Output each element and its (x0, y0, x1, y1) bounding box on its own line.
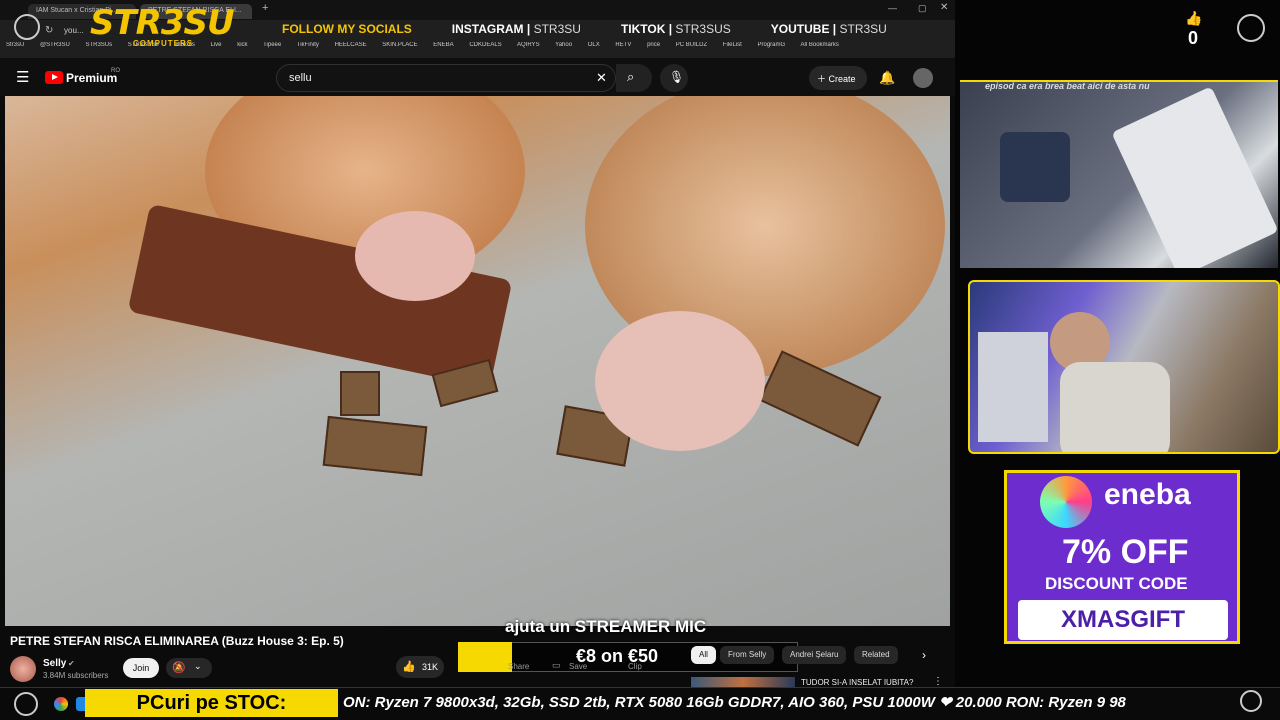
thumbs-up-icon: 👍 (1185, 10, 1203, 26)
plus-icon: ＋ (817, 74, 827, 84)
youtube-logo-icon[interactable] (45, 71, 63, 84)
verified-icon: ✔ (68, 659, 75, 668)
bell-off-icon: 🔕 (172, 662, 186, 674)
notifications-icon[interactable]: 🔔 (879, 70, 895, 86)
chrome-icon[interactable] (54, 697, 68, 711)
bookmark[interactable]: Yahoo (555, 42, 572, 48)
bookmark[interactable]: TikFinity (297, 42, 319, 48)
streamer-webcam-feed (968, 280, 1280, 454)
puzzle-tile (322, 415, 428, 477)
crosshair-icon (14, 692, 38, 716)
subscriber-count: 3.84M subscribers (43, 671, 109, 680)
save-button[interactable]: Save (569, 662, 587, 671)
discount-label: DISCOUNT CODE (1045, 574, 1188, 593)
stream-like-count: 0 (1187, 28, 1198, 48)
stock-ticker-text: ON: Ryzen 7 9800x3d, 32Gb, SSD 2tb, RTX … (343, 694, 1126, 711)
donation-goal-text: €8 on €50 (576, 646, 659, 666)
streamer-logo: STR3SU (90, 3, 235, 43)
chip-related[interactable]: Related (854, 646, 898, 664)
next-video-title[interactable]: TUDOR SI-A INSELAT IUBITA? (801, 678, 913, 687)
save-icon[interactable]: ▭ (552, 660, 561, 671)
chip-artist[interactable]: Andrei Șelaru (782, 646, 847, 664)
eneba-logo-icon (1040, 476, 1092, 528)
video-scene-hand (595, 311, 765, 451)
share-button[interactable]: Share (508, 662, 529, 671)
bookmark[interactable]: Tipeee (263, 42, 281, 48)
pc-case-panel (1111, 86, 1278, 268)
social-instagram: INSTAGRAM | STR3SU (451, 22, 581, 36)
new-tab-icon[interactable]: + (262, 2, 268, 14)
video-scene-hand (355, 211, 475, 301)
crosshair-icon (1237, 14, 1265, 42)
sponsor-offer: 7% OFF (1062, 533, 1189, 571)
bookmark[interactable]: ProgramG (757, 42, 785, 48)
crosshair-icon (1240, 690, 1262, 712)
clip-button[interactable]: Clip (628, 662, 642, 671)
search-button[interactable]: ⌕ (616, 64, 652, 92)
streamer-logo-subtitle: COMPUTERS (133, 39, 194, 48)
join-button[interactable]: Join (123, 658, 159, 678)
pc-build (978, 332, 1048, 442)
subscribed-button[interactable]: 🔕 ⌄ (166, 658, 212, 678)
region-code: RO (111, 68, 120, 74)
chevron-right-icon[interactable]: › (922, 648, 926, 662)
bookmark[interactable]: CDKDEALS (469, 42, 501, 48)
chevron-down-icon: ⌄ (194, 661, 202, 671)
chip-from-channel[interactable]: From Selly (720, 646, 775, 664)
crosshair-icon (14, 14, 40, 40)
bookmark[interactable]: Str3sU (6, 42, 24, 48)
social-tiktok: TIKTOK | STR3SUS (620, 22, 731, 36)
channel-avatar[interactable] (10, 656, 36, 682)
socials-bar: FOLLOW MY SOCIALS INSTAGRAM | STR3SU TIK… (282, 18, 887, 40)
bookmark[interactable]: OLX (588, 42, 600, 48)
mic-icon: 🎙 (669, 70, 685, 84)
clear-search-icon[interactable]: ✕ (596, 70, 607, 86)
thumbs-up-icon: 👍 (402, 661, 416, 673)
bookmark[interactable]: HEELCASE (335, 42, 367, 48)
desk-camera-feed (960, 80, 1278, 268)
search-icon: ⌕ (627, 69, 635, 84)
video-title: PETRE STEFAN RISCA ELIMINAREA (Buzz Hous… (10, 634, 344, 648)
bookmark[interactable]: PC BUILDZ (676, 42, 707, 48)
avatar[interactable] (913, 68, 933, 88)
like-button[interactable]: 👍 31K (396, 656, 444, 678)
streamer-body (1060, 362, 1170, 452)
donation-goal-fill (458, 642, 513, 672)
social-youtube: YOUTUBE | STR3SU (770, 22, 887, 36)
channel-name[interactable]: Selly (43, 658, 66, 669)
voice-search-button[interactable]: 🎙 (660, 64, 688, 92)
bookmark[interactable]: kick (237, 42, 247, 48)
bookmark[interactable]: AQIRYS (517, 42, 540, 48)
bookmark[interactable]: price (647, 42, 660, 48)
maximize-icon[interactable]: ▢ (918, 3, 927, 14)
create-button[interactable]: ＋ Create (809, 66, 867, 90)
stock-label: PCuri pe STOC: (85, 689, 338, 717)
discount-code: XMASGIFT (1018, 600, 1228, 640)
chip-all[interactable]: All (691, 646, 716, 664)
streamer-support-text: ajuta un STREAMER MIC (505, 617, 707, 636)
reload-icon[interactable]: ↻ (45, 25, 53, 36)
video-player[interactable] (5, 96, 950, 626)
bookmark[interactable]: ENEBA (433, 42, 453, 48)
sponsor-brand: eneba (1104, 478, 1191, 511)
camera-caption: episod ca era brea beat aici de asta nu (985, 81, 1150, 91)
close-window-icon[interactable]: ✕ (940, 2, 948, 13)
minimize-icon[interactable]: — (888, 3, 897, 13)
puzzle-tile (340, 371, 380, 416)
bookmark[interactable]: RETV (615, 42, 631, 48)
more-options-icon[interactable]: ⋮ (933, 676, 943, 687)
menu-icon[interactable]: ☰ (16, 68, 29, 86)
search-input[interactable]: sellu (276, 64, 616, 92)
follow-label: FOLLOW MY SOCIALS (282, 22, 412, 36)
desk-mat (1000, 132, 1070, 202)
bookmark[interactable]: @STR3SU (40, 42, 70, 48)
like-count: 31K (422, 662, 439, 672)
bookmark[interactable]: FileList (723, 42, 742, 48)
youtube-brand[interactable]: Premium (66, 71, 117, 85)
bookmark[interactable]: SKIN.PLACE (382, 42, 417, 48)
bookmark[interactable]: All Bookmarks (801, 42, 839, 48)
